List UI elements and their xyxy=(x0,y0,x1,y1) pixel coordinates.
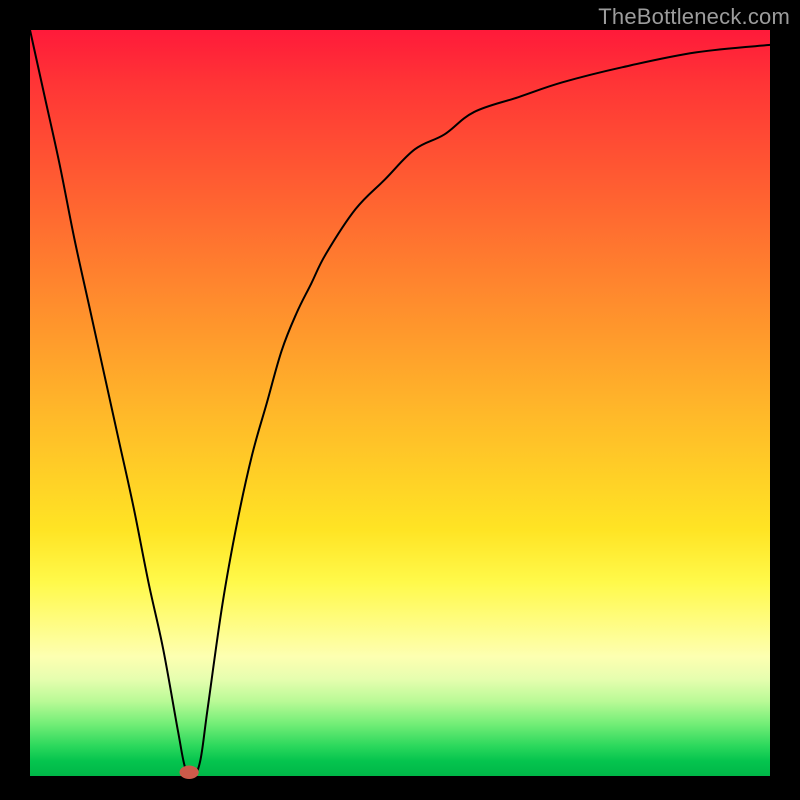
outer-frame: TheBottleneck.com xyxy=(0,0,800,800)
bottleneck-curve xyxy=(30,30,770,777)
minimum-marker xyxy=(179,766,198,779)
chart-overlay xyxy=(30,30,770,776)
watermark-text: TheBottleneck.com xyxy=(598,4,790,30)
